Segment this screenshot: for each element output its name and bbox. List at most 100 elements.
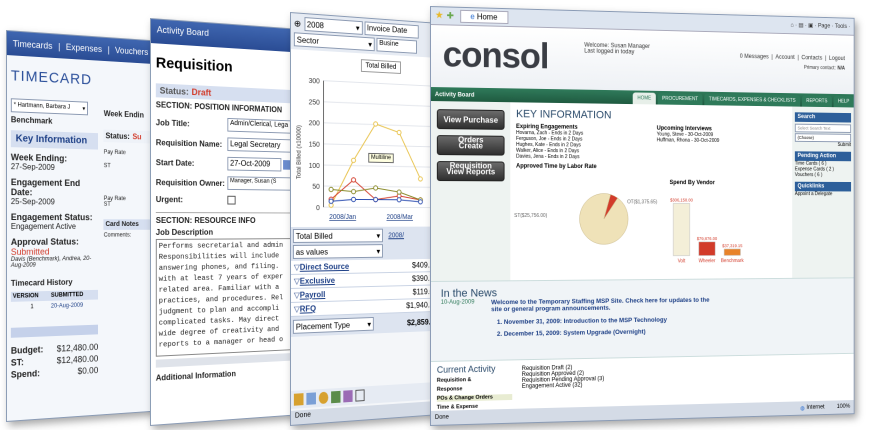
zoom-level[interactable]: 100% — [837, 404, 850, 410]
job-title-field[interactable]: Admin/Clerical, Lega — [227, 118, 298, 134]
chevron-down-icon: ▾ — [377, 247, 381, 256]
favorite-star-icon[interactable]: ★ — [435, 10, 444, 21]
benchmark-label: Benchmark — [11, 115, 98, 127]
pie-chart-icon[interactable] — [319, 392, 328, 404]
page-title: TIMECARD — [11, 67, 98, 88]
account-link[interactable]: Account — [775, 55, 794, 61]
tab-procurement[interactable]: PROCUREMENT — [658, 93, 703, 105]
line-chart-icon[interactable] — [331, 391, 340, 403]
measure-select[interactable]: Total Billed ▾ — [293, 229, 383, 243]
bar-chart-icon[interactable] — [294, 393, 304, 406]
gridline — [324, 144, 435, 147]
chevron-down-icon: ▾ — [377, 231, 381, 240]
start-date-row: Start Date: 27-Oct-2009 — [156, 155, 301, 172]
activity-board-label[interactable]: Activity Board — [435, 92, 475, 99]
pie-st-label: ST($25,756.00) — [514, 213, 547, 219]
period-select[interactable]: 2008 ▾ — [304, 17, 362, 35]
favorites-icon[interactable]: ✚ — [447, 10, 454, 21]
table-icon[interactable] — [355, 389, 364, 401]
spend-bar — [673, 203, 689, 255]
activity-tab-requisition[interactable]: Requisition & — [437, 376, 512, 384]
history-date: 20-Aug-2009 — [51, 303, 83, 310]
nav-vouchers[interactable]: Vouchers — [115, 45, 148, 57]
history-row[interactable]: 1 20-Aug-2009 — [11, 300, 98, 314]
mode-select[interactable]: as values ▾ — [293, 244, 383, 259]
data-point — [374, 122, 378, 126]
tab-reports[interactable]: REPORTS — [802, 95, 832, 107]
data-point — [329, 187, 333, 191]
data-point — [374, 197, 378, 201]
y-tick-label: 250 — [309, 99, 320, 107]
spend-category-label: Benchmark — [721, 258, 744, 264]
history-bar — [11, 325, 98, 338]
nav-expenses[interactable]: Expenses — [66, 42, 102, 54]
key-info-header: Key Information — [11, 130, 98, 149]
engagement-end-label: Engagement End Date: — [11, 177, 98, 198]
tab-home[interactable]: HOME — [633, 92, 656, 104]
spend-value-label: $306,150.00 — [670, 198, 693, 203]
submit-link[interactable]: Submit — [795, 142, 851, 148]
activity-tab-pos[interactable]: POs & Change Orders — [437, 394, 512, 402]
sector-select[interactable]: Sector ▾ — [294, 32, 375, 51]
start-date-field[interactable]: 27-Oct-2009 — [227, 157, 281, 172]
pivot-col-header[interactable]: 2008/ — [388, 232, 404, 239]
req-name-field[interactable]: Legal Secretary — [227, 137, 298, 152]
line-chart: 300 250 200 150 100 50 0 Total Billed (x10000) 2… — [291, 49, 437, 227]
job-title-row: Job Title: Admin/Clerical, Lega — [156, 115, 301, 134]
home-tab[interactable]: e Home — [460, 10, 508, 24]
col-version: VERSION — [13, 293, 51, 300]
interview-item[interactable]: Huffman, Rhona - 30-Oct-2009 — [657, 137, 720, 143]
y-tick-label: 100 — [309, 163, 320, 170]
nav-activity-board[interactable]: Activity Board — [157, 24, 209, 37]
y-tick-label: 200 — [309, 120, 320, 127]
page-menu-icon[interactable]: ⌂ · ▤ · ▣ · Page · Tools · — [791, 22, 851, 30]
week-ending-value: 27-Sep-2009 — [11, 162, 98, 173]
tab-help[interactable]: HELP — [834, 96, 854, 108]
nav-timecards[interactable]: Timecards — [13, 38, 53, 50]
view-reports-button[interactable]: View Reports — [437, 161, 505, 181]
chart-icon: ⊕ — [294, 18, 301, 29]
data-point — [329, 199, 333, 203]
activity-item[interactable]: Engagement Active (32) — [522, 382, 604, 390]
page-title: Requisition — [156, 54, 301, 79]
key-info-title: KEY INFORMATION — [516, 108, 787, 123]
column-chart-icon[interactable] — [306, 392, 316, 405]
placement-row: Placement Type ▾ $2,859.4 — [291, 312, 436, 337]
quicklink-item[interactable]: Appoint a Delegate — [795, 191, 851, 197]
messages-link[interactable]: 0 Messages — [740, 54, 769, 60]
news-item[interactable]: 2. December 15, 2009: System Upgrade (Ov… — [497, 326, 845, 338]
chevron-down-icon: ▾ — [356, 23, 360, 32]
invoice-date-select[interactable]: Invoice Date — [364, 21, 418, 38]
data-point — [351, 158, 355, 162]
view-purchase-orders-button[interactable]: View Purchase Orders — [437, 109, 505, 130]
worker-select[interactable]: * Hartmann, Barbara J ▾ — [11, 98, 88, 115]
spend-category-label: Wheeler — [699, 258, 716, 264]
contacts-link[interactable]: Contacts — [801, 55, 822, 61]
pending-item[interactable]: Vouchers ( 6 ) — [795, 172, 851, 178]
gridline — [324, 81, 435, 87]
placement-select[interactable]: Placement Type ▾ — [293, 317, 374, 334]
data-point — [351, 178, 355, 182]
data-point — [419, 200, 423, 204]
consol-logo[interactable]: consol — [443, 33, 549, 77]
news-headline: Welcome to the Temporary Staffing MSP Si… — [491, 297, 715, 313]
series-line — [331, 122, 420, 205]
y-tick-label: 0 — [316, 205, 320, 212]
activity-tab-response[interactable]: Response — [437, 385, 512, 393]
logout-link[interactable]: Logout — [829, 56, 845, 62]
chart-tooltip: Multiline — [368, 153, 393, 163]
spend-row: Spend: $0.00 — [11, 365, 98, 379]
job-description-textarea[interactable]: Performs secretarial and admin Responsib… — [156, 238, 301, 357]
urgent-checkbox[interactable] — [227, 196, 235, 205]
search-input[interactable]: Select Search Text — [795, 124, 851, 133]
owner-field[interactable]: Manager, Susan (S — [227, 176, 298, 190]
gridline — [324, 102, 435, 107]
business-select[interactable]: Busine — [377, 38, 417, 54]
create-requisition-button[interactable]: Create Requisition — [437, 135, 505, 156]
expiring-item[interactable]: Davies, Jena - Ends in 2 Days — [516, 154, 647, 161]
pivot-table: ▽ Direct Source $409.2 ▽ Exclusive $390.7 … — [291, 259, 436, 337]
area-chart-icon[interactable] — [343, 390, 352, 402]
data-point — [397, 198, 401, 202]
news-item[interactable]: 1. November 31, 2009: Introduction to th… — [497, 314, 845, 326]
col-submitted: SUBMITTED — [51, 292, 83, 299]
